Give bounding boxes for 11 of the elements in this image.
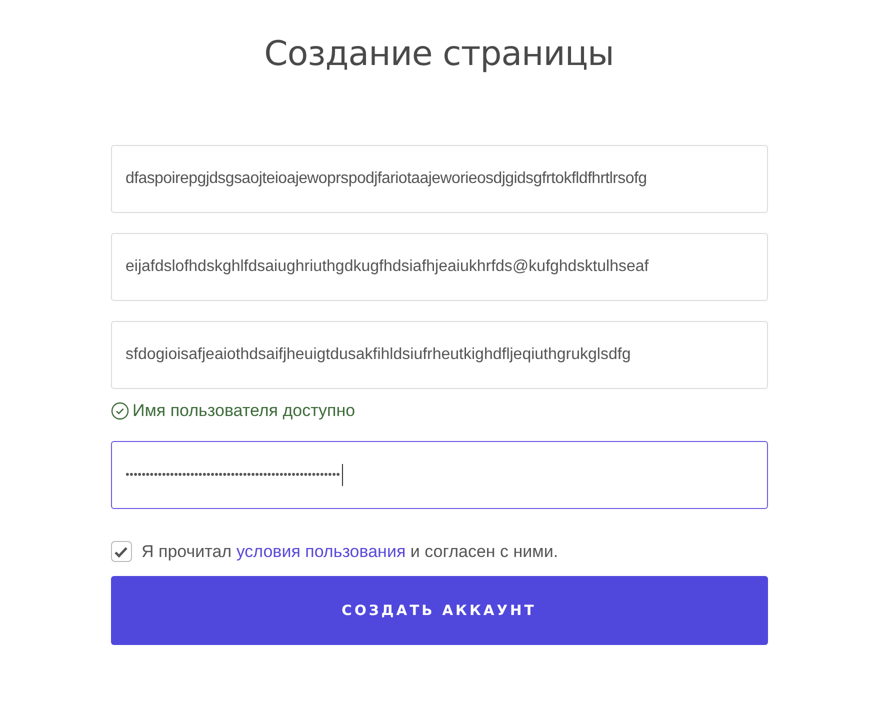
input-field[interactable]: eijafdslofhdskghlfdsaiughriuthgdkugfhdsiafhjeaiukhrfds@kufghdsktulhseaf <box>110 233 768 301</box>
create-account-button[interactable]: СОЗДАТЬ АККАУНТ <box>110 576 768 645</box>
check-icon <box>114 546 128 558</box>
password-field[interactable]: ••••••••••••••••••••••••••••••••••••••••••••••••••••• <box>110 441 768 509</box>
agreement-text: Я прочитал условия пользования и согласен с ними. <box>142 542 558 562</box>
checkbox[interactable] <box>110 541 132 562</box>
page-title: Создание страницы <box>264 34 614 74</box>
availability-message: Имя пользователя доступно <box>132 401 356 421</box>
terms-link[interactable]: условия пользования <box>236 542 406 560</box>
input-field[interactable]: dfaspoirepgjdsgsaojteioajewoprspodjfariotaajeworieosdjgidsgfrtokfldfhrtlrsofg <box>110 145 768 213</box>
input-field[interactable]: sfdogioisafjeaiothdsaifjheuigtdusakfihldsiufrheutkighdfljeqiuthgrukglsdfg <box>110 321 768 389</box>
